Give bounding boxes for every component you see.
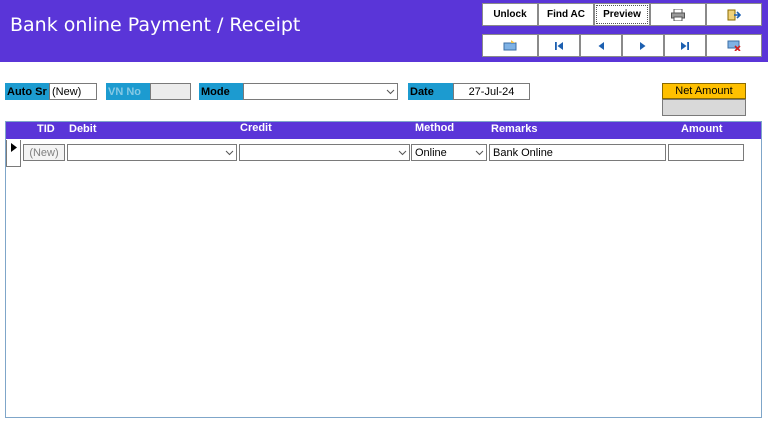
- mode-label: Mode: [199, 83, 243, 100]
- date-label: Date: [408, 83, 453, 100]
- export-button[interactable]: [706, 3, 762, 26]
- amount-field[interactable]: [668, 144, 744, 161]
- grid-header: TID Debit Credit Method Remarks Amount: [6, 122, 761, 139]
- remarks-field[interactable]: Bank Online: [489, 144, 666, 161]
- column-header-credit: Credit: [240, 122, 272, 134]
- method-combo[interactable]: Online: [411, 144, 487, 161]
- delete-record-button[interactable]: [706, 34, 762, 57]
- chevron-down-icon[interactable]: [222, 145, 236, 160]
- method-value: Online: [415, 146, 447, 159]
- chevron-down-icon[interactable]: [395, 145, 409, 160]
- next-record-button[interactable]: [622, 34, 664, 57]
- column-header-remarks: Remarks: [491, 123, 538, 135]
- credit-combo[interactable]: [239, 144, 410, 161]
- mode-combo[interactable]: [243, 83, 398, 100]
- net-amount-value: [662, 99, 746, 116]
- tid-cell: (New): [23, 144, 65, 161]
- net-amount-label: Net Amount: [662, 83, 746, 99]
- previous-record-button[interactable]: [580, 34, 622, 57]
- print-icon: [671, 8, 685, 21]
- chevron-down-icon[interactable]: [472, 145, 486, 160]
- chevron-down-icon[interactable]: [383, 84, 397, 99]
- vn-no-label: VN No: [106, 83, 150, 100]
- first-record-icon: [555, 41, 563, 50]
- form-title: Bank online Payment / Receipt: [10, 14, 301, 36]
- last-record-icon: [681, 41, 689, 50]
- auto-sr-label: Auto Sr: [5, 83, 49, 100]
- find-ac-button[interactable]: Find AC: [538, 3, 594, 26]
- next-record-icon: [640, 41, 646, 50]
- vn-no-field[interactable]: [150, 83, 191, 100]
- delete-record-icon: [727, 40, 741, 51]
- auto-sr-field[interactable]: (New): [49, 83, 97, 100]
- column-header-tid: TID: [37, 123, 55, 135]
- column-header-amount: Amount: [681, 123, 723, 135]
- title-bar: Bank online Payment / Receipt Unlock Fin…: [0, 0, 768, 62]
- column-header-debit: Debit: [69, 123, 97, 135]
- new-record-icon: [503, 40, 517, 51]
- previous-record-icon: [598, 41, 604, 50]
- current-record-arrow-icon: [11, 143, 17, 152]
- new-record-button[interactable]: [482, 34, 538, 57]
- record-selector[interactable]: [6, 140, 21, 167]
- print-button[interactable]: [650, 3, 706, 26]
- date-field[interactable]: 27-Jul-24: [453, 83, 530, 100]
- first-record-button[interactable]: [538, 34, 580, 57]
- debit-combo[interactable]: [67, 144, 237, 161]
- column-header-method: Method: [415, 122, 455, 134]
- export-icon: [727, 9, 741, 20]
- preview-button[interactable]: Preview: [594, 3, 650, 26]
- unlock-button[interactable]: Unlock: [482, 3, 538, 26]
- transactions-grid: TID Debit Credit Method Remarks Amount (…: [5, 121, 762, 418]
- last-record-button[interactable]: [664, 34, 706, 57]
